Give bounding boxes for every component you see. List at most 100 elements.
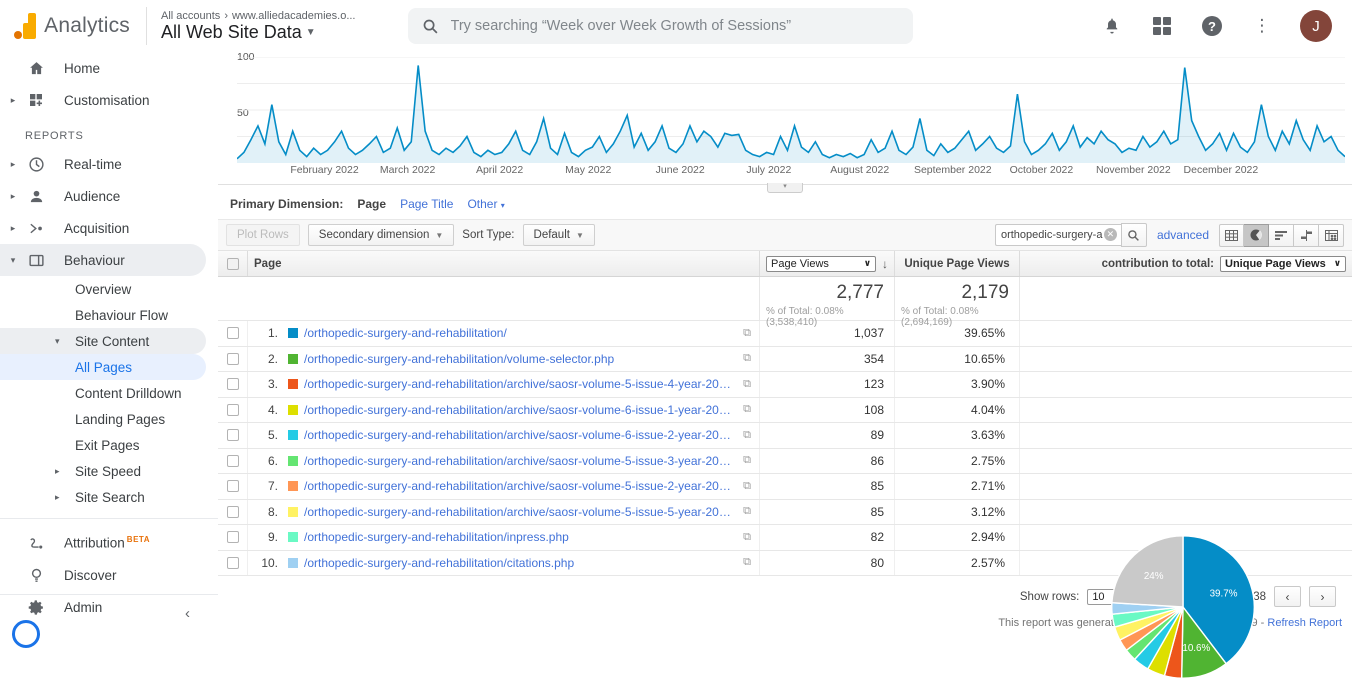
sidebar-item-content-drilldown[interactable]: Content Drilldown — [0, 380, 218, 406]
property-name-dropdown[interactable]: All Web Site Data ▼ — [161, 22, 356, 43]
row-checkbox[interactable] — [227, 557, 239, 569]
row-checkbox[interactable] — [227, 455, 239, 467]
line-chart[interactable] — [237, 57, 1345, 163]
open-page-icon[interactable]: ⧉ — [737, 378, 751, 391]
expand-arrow-icon[interactable]: ▸ — [8, 159, 18, 170]
percentage-view-button[interactable] — [1244, 224, 1269, 247]
open-page-icon[interactable]: ⧉ — [737, 429, 751, 442]
comparison-view-button[interactable] — [1294, 224, 1319, 247]
avatar[interactable]: J — [1300, 10, 1332, 42]
select-all-checkbox[interactable] — [227, 258, 239, 270]
page-views-value: 123 — [760, 372, 895, 397]
expand-arrow-icon[interactable]: ▸ — [55, 466, 65, 477]
pivot-view-button[interactable] — [1319, 224, 1344, 247]
row-checkbox[interactable] — [227, 378, 239, 390]
sidebar-item-audience[interactable]: ▸ Audience — [0, 180, 218, 212]
overflow-menu-button[interactable]: ⋮ — [1250, 14, 1274, 38]
plot-rows-button[interactable]: Plot Rows — [226, 224, 300, 246]
sidebar-item-behaviour[interactable]: ▾ Behaviour — [0, 244, 206, 276]
sidebar-item-site-speed[interactable]: ▸ Site Speed — [0, 458, 218, 484]
contribution-pie-chart[interactable]: 39.7%10.6%24% — [1108, 532, 1258, 682]
open-page-icon[interactable]: ⧉ — [737, 327, 751, 340]
row-checkbox[interactable] — [227, 353, 239, 365]
collapse-sidebar-icon[interactable]: ‹ — [185, 605, 190, 622]
sidebar-item-exit-pages[interactable]: Exit Pages — [0, 432, 218, 458]
sidebar-item-landing-pages[interactable]: Landing Pages — [0, 406, 218, 432]
help-button[interactable]: ? — [1200, 14, 1224, 38]
open-page-icon[interactable]: ⧉ — [737, 505, 751, 518]
expand-arrow-icon[interactable]: ▸ — [8, 191, 18, 202]
sort-type-button[interactable]: Default▼ — [523, 224, 595, 246]
row-checkbox[interactable] — [227, 506, 239, 518]
refresh-report-link[interactable]: Refresh Report — [1267, 617, 1342, 629]
row-checkbox[interactable] — [227, 480, 239, 492]
row-checkbox[interactable] — [227, 404, 239, 416]
chart-collapse-handle[interactable]: ▾ — [767, 183, 803, 193]
page-url-link[interactable]: /orthopedic-surgery-and-rehabilitation/ — [304, 326, 507, 340]
open-page-icon[interactable]: ⧉ — [737, 352, 751, 365]
page-url-link[interactable]: /orthopedic-surgery-and-rehabilitation/a… — [304, 479, 737, 493]
page-url-link[interactable]: /orthopedic-surgery-and-rehabilitation/a… — [304, 454, 737, 468]
secondary-dimension-button[interactable]: Secondary dimension▼ — [308, 224, 455, 246]
page-url-link[interactable]: /orthopedic-surgery-and-rehabilitation/a… — [304, 377, 737, 391]
sidebar-item-site-content[interactable]: ▾ Site Content — [0, 328, 206, 354]
previous-page-button[interactable]: ‹ — [1274, 586, 1301, 607]
collapse-arrow-icon[interactable]: ▾ — [55, 336, 65, 347]
sidebar-item-home[interactable]: Home — [0, 52, 218, 84]
global-search[interactable] — [408, 8, 913, 44]
insights-icon[interactable] — [12, 620, 40, 648]
apps-grid-button[interactable] — [1150, 14, 1174, 38]
advanced-link[interactable]: advanced — [1157, 228, 1209, 242]
next-page-button[interactable]: › — [1309, 586, 1336, 607]
table-view-button[interactable] — [1219, 224, 1244, 247]
row-checkbox[interactable] — [227, 429, 239, 441]
sidebar-item-overview[interactable]: Overview — [0, 276, 218, 302]
x-axis-tick: September 2022 — [914, 164, 992, 176]
sidebar-item-behaviour-flow[interactable]: Behaviour Flow — [0, 302, 218, 328]
contribution-metric-select[interactable]: Unique Page Views∨ — [1220, 256, 1346, 272]
page-url-link[interactable]: /orthopedic-surgery-and-rehabilitation/a… — [304, 505, 737, 519]
search-button[interactable] — [1121, 223, 1147, 247]
primary-dimension-label: Primary Dimension: — [230, 197, 343, 211]
open-page-icon[interactable]: ⧉ — [737, 480, 751, 493]
expand-arrow-icon[interactable]: ▸ — [8, 223, 18, 234]
table-search-input[interactable] — [995, 224, 1121, 246]
clear-search-icon[interactable]: ✕ — [1104, 228, 1117, 241]
breadcrumb-site[interactable]: www.alliedacademies.o... — [232, 10, 356, 22]
dimension-other[interactable]: Other ▾ — [467, 197, 504, 211]
open-page-icon[interactable]: ⧉ — [737, 556, 751, 569]
sidebar-item-all-pages[interactable]: All Pages — [0, 354, 206, 380]
global-search-input[interactable] — [451, 18, 899, 34]
sidebar-item-customisation[interactable]: ▸ Customisation — [0, 84, 218, 116]
column-header-unique[interactable]: Unique Page Views — [895, 251, 1020, 276]
sort-descending-icon[interactable]: ↓ — [882, 257, 888, 271]
dimension-page-title[interactable]: Page Title — [400, 197, 453, 211]
sidebar-item-site-search[interactable]: ▸ Site Search — [0, 484, 218, 510]
expand-arrow-icon[interactable]: ▸ — [55, 492, 65, 503]
open-page-icon[interactable]: ⧉ — [737, 531, 751, 544]
page-url-link[interactable]: /orthopedic-surgery-and-rehabilitation/c… — [304, 556, 574, 570]
open-page-icon[interactable]: ⧉ — [737, 403, 751, 416]
page-url-link[interactable]: /orthopedic-surgery-and-rehabilitation/a… — [304, 403, 737, 417]
page-views-metric-select[interactable]: Page Views∨ — [766, 256, 876, 272]
page-url-link[interactable]: /orthopedic-surgery-and-rehabilitation/v… — [304, 352, 614, 366]
sidebar-item-realtime[interactable]: ▸ Real-time — [0, 148, 218, 180]
row-color-swatch — [288, 379, 298, 389]
sidebar-item-attribution[interactable]: AttributionBETA — [0, 527, 218, 559]
row-checkbox[interactable] — [227, 327, 239, 339]
row-checkbox[interactable] — [227, 531, 239, 543]
breadcrumb-account[interactable]: All accounts — [161, 10, 220, 22]
column-header-page[interactable]: Page — [248, 251, 760, 276]
breadcrumb[interactable]: All accounts › www.alliedacademies.o... — [161, 10, 356, 22]
sidebar-item-discover[interactable]: Discover — [0, 559, 218, 591]
dimension-page[interactable]: Page — [357, 197, 386, 211]
performance-view-button[interactable] — [1269, 224, 1294, 247]
page-url-link[interactable]: /orthopedic-surgery-and-rehabilitation/i… — [304, 530, 569, 544]
expand-arrow-icon[interactable]: ▸ — [8, 95, 18, 106]
open-page-icon[interactable]: ⧉ — [737, 454, 751, 467]
sidebar-item-acquisition[interactable]: ▸ Acquisition — [0, 212, 218, 244]
analytics-logo[interactable]: Analytics — [0, 13, 130, 39]
page-url-link[interactable]: /orthopedic-surgery-and-rehabilitation/a… — [304, 428, 737, 442]
collapse-arrow-icon[interactable]: ▾ — [8, 255, 18, 266]
notifications-button[interactable] — [1100, 14, 1124, 38]
